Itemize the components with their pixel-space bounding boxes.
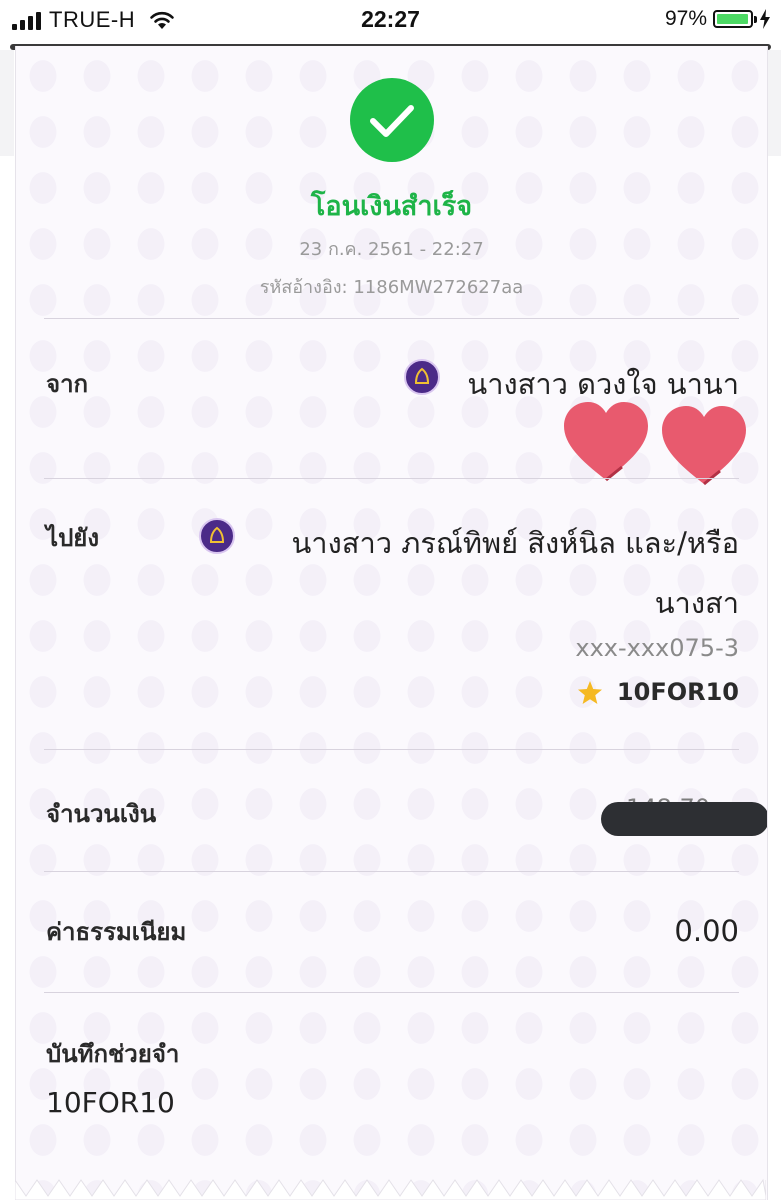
fee-value: 0.00: [674, 914, 739, 948]
reference-code: รหัสอ้างอิง: 1186MW272627aa: [16, 272, 767, 301]
reference-value: 1186MW272627aa: [353, 277, 524, 298]
to-label: ไปยัง: [46, 524, 100, 552]
battery-icon: [713, 10, 757, 28]
left-edge-shade: [0, 50, 14, 156]
amount-label: จำนวนเงิน: [46, 800, 157, 828]
recipient-name-line2: นางสา: [654, 586, 739, 620]
reference-label: รหัสอ้างอิง:: [259, 277, 354, 298]
success-check-icon: [350, 78, 434, 162]
recipient-account: xxx-xxx075-3: [575, 634, 739, 662]
scb-bank-icon: [199, 518, 235, 554]
receipt-torn-edge: [15, 1178, 766, 1200]
status-bar: TRUE-H 22:27 97%: [0, 0, 781, 40]
status-time: 22:27: [361, 6, 420, 32]
divider: [44, 318, 739, 319]
memo-label: บันทึกช่วยจำ: [46, 1040, 180, 1068]
divider: [44, 749, 739, 750]
charging-bolt-icon: [760, 9, 770, 29]
recipient-name-line1: นางสาว ภรณ์ทิพย์ สิงห์นิล และ/หรือ: [291, 526, 739, 560]
divider: [44, 992, 739, 993]
transaction-datetime: 23 ก.ค. 2561 - 22:27: [299, 239, 484, 260]
star-icon: [577, 680, 602, 704]
favorite-name: 10FOR10: [616, 678, 739, 706]
divider: [44, 871, 739, 872]
status-bar-right: 97%: [665, 7, 771, 31]
right-edge-shade: [767, 50, 781, 156]
amount-redaction-bar: [601, 802, 767, 836]
transfer-receipt: โอนเงินสำเร็จ 23 ก.ค. 2561 - 22:27 รหัสอ…: [15, 46, 768, 1200]
battery-percent: 97%: [664, 7, 707, 30]
divider: [44, 478, 739, 479]
memo-value: 10FOR10: [46, 1086, 175, 1119]
heart-icon: [564, 402, 648, 482]
from-label: จาก: [46, 370, 89, 398]
success-title: โอนเงินสำเร็จ: [310, 191, 473, 222]
battery-level: [717, 14, 749, 24]
fee-label: ค่าธรรมเนียม: [46, 918, 187, 946]
scb-bank-icon: [404, 359, 440, 395]
favorite-tag: 10FOR10: [577, 678, 739, 706]
heart-icon: [662, 406, 746, 486]
